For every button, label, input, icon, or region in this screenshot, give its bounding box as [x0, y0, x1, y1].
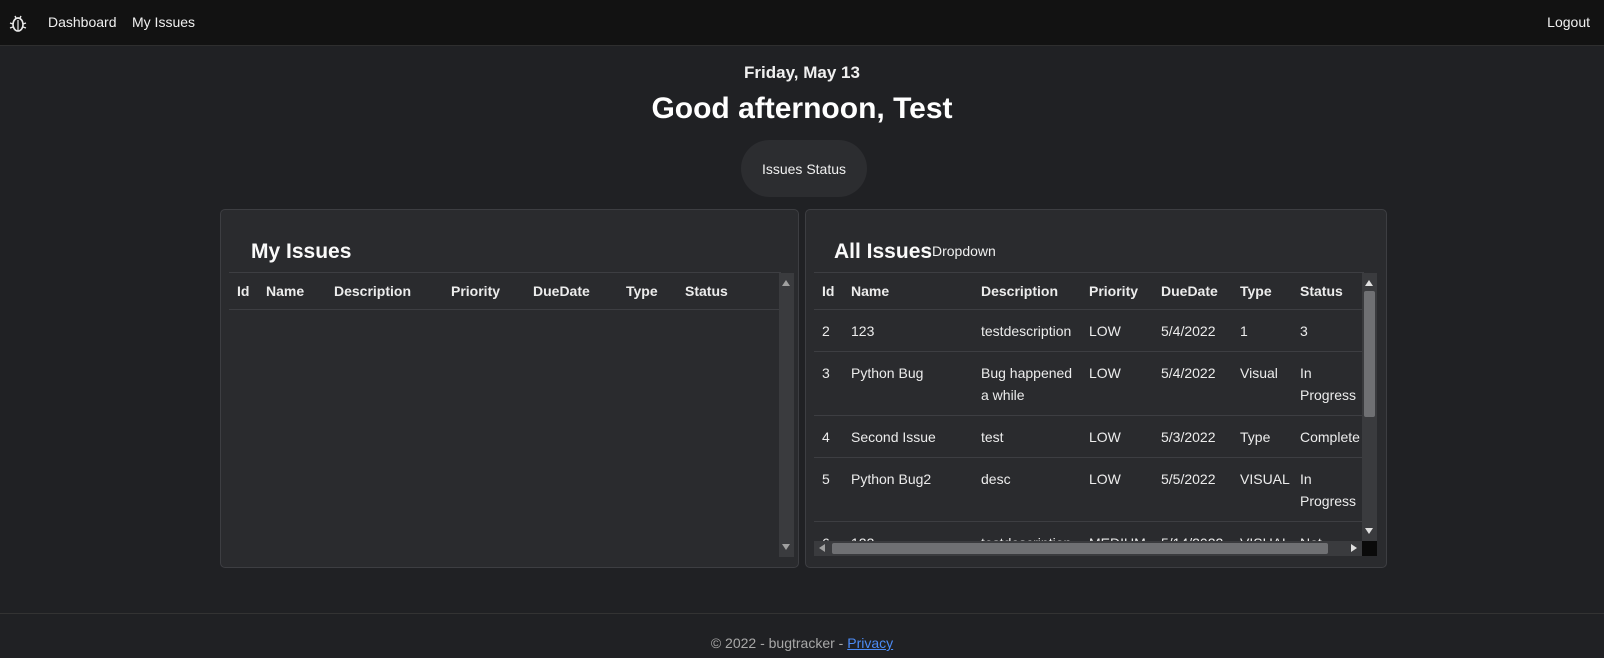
cell-priority: LOW: [1081, 457, 1153, 522]
cell-id: 4: [814, 415, 843, 458]
cell-status: In Progress: [1292, 457, 1364, 522]
page-footer: © 2022 - bugtracker - Privacy: [0, 613, 1604, 658]
cell-status: 3: [1292, 309, 1364, 352]
scrollbar-corner: [1362, 541, 1377, 556]
table-header-row: Id Name Description Priority DueDate Typ…: [229, 273, 779, 310]
scroll-up-arrow-icon[interactable]: [1365, 280, 1373, 286]
vertical-scroll-thumb[interactable]: [1364, 291, 1375, 417]
table-row[interactable]: 2 123 testdescription LOW 5/4/2022 1 3: [814, 309, 1364, 352]
column-header-status: Status: [1292, 273, 1364, 310]
horizontal-scroll-thumb[interactable]: [832, 543, 1328, 554]
all-issues-table: Id Name Description Priority DueDate Typ…: [814, 273, 1364, 555]
cell-type: VISUAL: [1232, 457, 1292, 522]
all-issues-title: All Issues: [834, 240, 933, 263]
cell-priority: LOW: [1081, 351, 1153, 416]
cell-name: Python Bug2: [843, 457, 973, 522]
cell-duedate: 5/4/2022: [1153, 309, 1232, 352]
cell-status: Complete: [1292, 415, 1364, 458]
cell-duedate: 5/5/2022: [1153, 457, 1232, 522]
cell-status: In Progress: [1292, 351, 1364, 416]
cell-id: 3: [814, 351, 843, 416]
scroll-up-arrow-icon[interactable]: [782, 280, 790, 286]
cell-name: Second Issue: [843, 415, 973, 458]
privacy-link[interactable]: Privacy: [847, 635, 893, 651]
column-header-priority: Priority: [1081, 273, 1153, 310]
my-issues-title: My Issues: [251, 240, 352, 263]
cell-duedate: 5/4/2022: [1153, 351, 1232, 416]
my-issues-table-container: Id Name Description Priority DueDate Typ…: [229, 272, 781, 559]
column-header-type: Type: [1232, 273, 1292, 310]
cell-type: 1: [1232, 309, 1292, 352]
my-issues-table: Id Name Description Priority DueDate Typ…: [229, 273, 779, 310]
table-row[interactable]: 4 Second Issue test LOW 5/3/2022 Type Complete: [814, 415, 1364, 458]
column-header-duedate: DueDate: [1153, 273, 1232, 310]
cell-description: testdescription: [973, 309, 1081, 352]
cell-name: 123: [843, 309, 973, 352]
all-issues-horizontal-scrollbar[interactable]: [814, 541, 1362, 556]
column-header-id: Id: [229, 273, 258, 310]
column-header-status: Status: [677, 273, 779, 310]
cell-type: Visual: [1232, 351, 1292, 416]
column-header-name: Name: [258, 273, 326, 310]
column-header-name: Name: [843, 273, 973, 310]
current-date: Friday, May 13: [744, 63, 860, 82]
cell-id: 5: [814, 457, 843, 522]
table-row[interactable]: 5 Python Bug2 desc LOW 5/5/2022 VISUAL In Prog…: [814, 457, 1364, 522]
scroll-down-arrow-icon[interactable]: [1365, 528, 1373, 534]
cell-priority: LOW: [1081, 309, 1153, 352]
cell-priority: LOW: [1081, 415, 1153, 458]
column-header-type: Type: [618, 273, 677, 310]
column-header-description: Description: [326, 273, 443, 310]
logout-link[interactable]: Logout: [1547, 14, 1590, 30]
cell-description: Bug happened a while: [973, 351, 1081, 416]
all-issues-vertical-scrollbar[interactable]: [1362, 273, 1377, 541]
scroll-right-arrow-icon[interactable]: [1351, 544, 1357, 552]
all-issues-table-body: 2 123 testdescription LOW 5/4/2022 1 3 3 Python …: [814, 309, 1364, 555]
my-issues-card: My Issues Id Name Description Priority D…: [220, 209, 799, 568]
nav-link-my-issues[interactable]: My Issues: [132, 14, 195, 30]
greeting-heading: Good afternoon, Test: [651, 92, 953, 125]
scroll-left-arrow-icon[interactable]: [819, 544, 825, 552]
column-header-priority: Priority: [443, 273, 525, 310]
issues-status-button[interactable]: Issues Status: [741, 140, 867, 197]
scroll-down-arrow-icon[interactable]: [782, 544, 790, 550]
all-issues-table-container: Id Name Description Priority DueDate Typ…: [814, 272, 1364, 555]
all-issues-card: All Issues Dropdown Id Name Description …: [805, 209, 1387, 568]
cell-duedate: 5/3/2022: [1153, 415, 1232, 458]
cell-type: Type: [1232, 415, 1292, 458]
bug-icon[interactable]: [9, 13, 27, 33]
nav-link-dashboard[interactable]: Dashboard: [48, 14, 117, 30]
column-header-duedate: DueDate: [525, 273, 618, 310]
table-header-row: Id Name Description Priority DueDate Typ…: [814, 273, 1364, 310]
column-header-description: Description: [973, 273, 1081, 310]
my-issues-vertical-scrollbar[interactable]: [779, 273, 794, 557]
cell-description: test: [973, 415, 1081, 458]
cell-name: Python Bug: [843, 351, 973, 416]
cell-description: desc: [973, 457, 1081, 522]
table-row[interactable]: 3 Python Bug Bug happened a while LOW 5/4/20…: [814, 351, 1364, 416]
column-header-id: Id: [814, 273, 843, 310]
footer-copyright: © 2022 - bugtracker -: [710, 635, 848, 651]
top-navbar: Dashboard My Issues Logout: [0, 0, 1604, 46]
cell-id: 2: [814, 309, 843, 352]
all-issues-dropdown[interactable]: Dropdown: [932, 243, 996, 259]
